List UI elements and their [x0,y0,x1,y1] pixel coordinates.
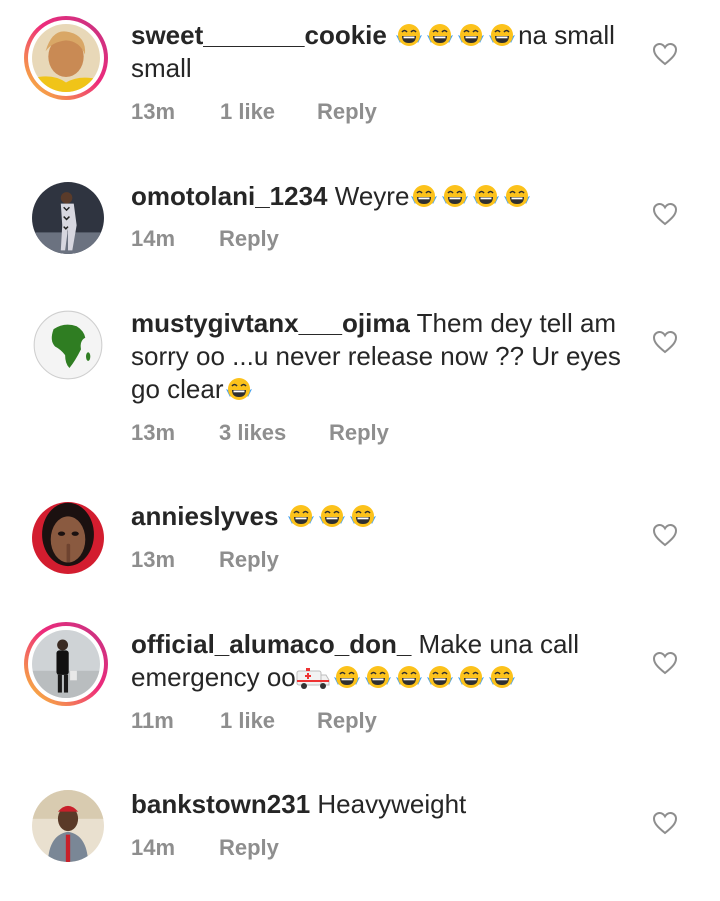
face-with-tears-of-joy-emoji-icon [425,663,455,691]
comment-username[interactable]: annieslyves [131,501,278,531]
heart-outline-icon[interactable] [652,330,678,354]
like-count[interactable]: 3 likes [219,420,286,446]
comment-text: Weyre [334,181,410,211]
comment-timestamp: 14m [131,226,176,251]
like-count[interactable]: 1 like [220,708,275,734]
face-with-tears-of-joy-emoji-icon [456,21,486,49]
face-with-tears-of-joy-emoji-icon [471,182,501,210]
comment-username[interactable]: sweet_______cookie [131,20,387,50]
comment-username[interactable]: mustygivtanx___ojima [131,308,410,338]
face-with-tears-of-joy-emoji-icon [332,663,362,691]
comment-text: Heavyweight [317,789,467,819]
comment-timestamp: 13m [131,99,176,124]
heart-outline-icon[interactable] [652,811,678,835]
woman-dark-outfit-avatar-icon [32,182,104,254]
heart-outline-icon[interactable] [652,42,678,66]
face-with-tears-of-joy-emoji-icon [394,663,424,691]
face-with-tears-of-joy-emoji-icon [425,21,455,49]
face-with-tears-of-joy-emoji-icon [409,182,439,210]
face-with-tears-of-joy-emoji-icon [440,182,470,210]
africa-globe-avatar-icon [32,309,104,381]
reply-button[interactable]: Reply [317,99,377,125]
reply-button[interactable]: Reply [219,835,279,861]
reply-button[interactable]: Reply [219,547,279,573]
heart-outline-icon[interactable] [652,202,678,226]
avatar[interactable] [32,309,104,381]
heart-outline-icon[interactable] [652,523,678,547]
man-red-cap-avatar-icon [32,790,104,862]
reply-button[interactable]: Reply [317,708,377,734]
face-with-tears-of-joy-emoji-icon [363,663,393,691]
face-with-tears-of-joy-emoji-icon [224,375,254,403]
reply-button[interactable]: Reply [329,420,389,446]
face-with-tears-of-joy-emoji-icon [286,502,316,530]
like-count[interactable]: 1 like [220,99,275,125]
man-standing-avatar-icon [32,630,100,698]
heart-outline-icon[interactable] [652,651,678,675]
comment-username[interactable]: bankstown231 [131,789,310,819]
woman-yellow-avatar-icon [32,24,100,92]
face-with-tears-of-joy-emoji-icon [348,502,378,530]
face-with-tears-of-joy-emoji-icon [394,21,424,49]
comment-timestamp: 13m [131,547,176,572]
comment-timestamp: 11m [131,708,174,733]
ambulance-emoji-icon [296,668,330,689]
avatar[interactable] [24,622,108,706]
avatar[interactable] [24,16,108,100]
avatar[interactable] [32,182,104,254]
face-with-tears-of-joy-emoji-icon [456,663,486,691]
comment-username[interactable]: omotolani_1234 [131,181,328,211]
comment-timestamp: 13m [131,420,176,445]
woman-finger-lips-avatar-icon [32,502,104,574]
avatar[interactable] [32,790,104,862]
face-with-tears-of-joy-emoji-icon [487,21,517,49]
face-with-tears-of-joy-emoji-icon [487,663,517,691]
face-with-tears-of-joy-emoji-icon [317,502,347,530]
comment-timestamp: 14m [131,835,176,860]
comment-username[interactable]: official_alumaco_don_ [131,629,411,659]
reply-button[interactable]: Reply [219,226,279,252]
face-with-tears-of-joy-emoji-icon [502,182,532,210]
avatar[interactable] [32,502,104,574]
